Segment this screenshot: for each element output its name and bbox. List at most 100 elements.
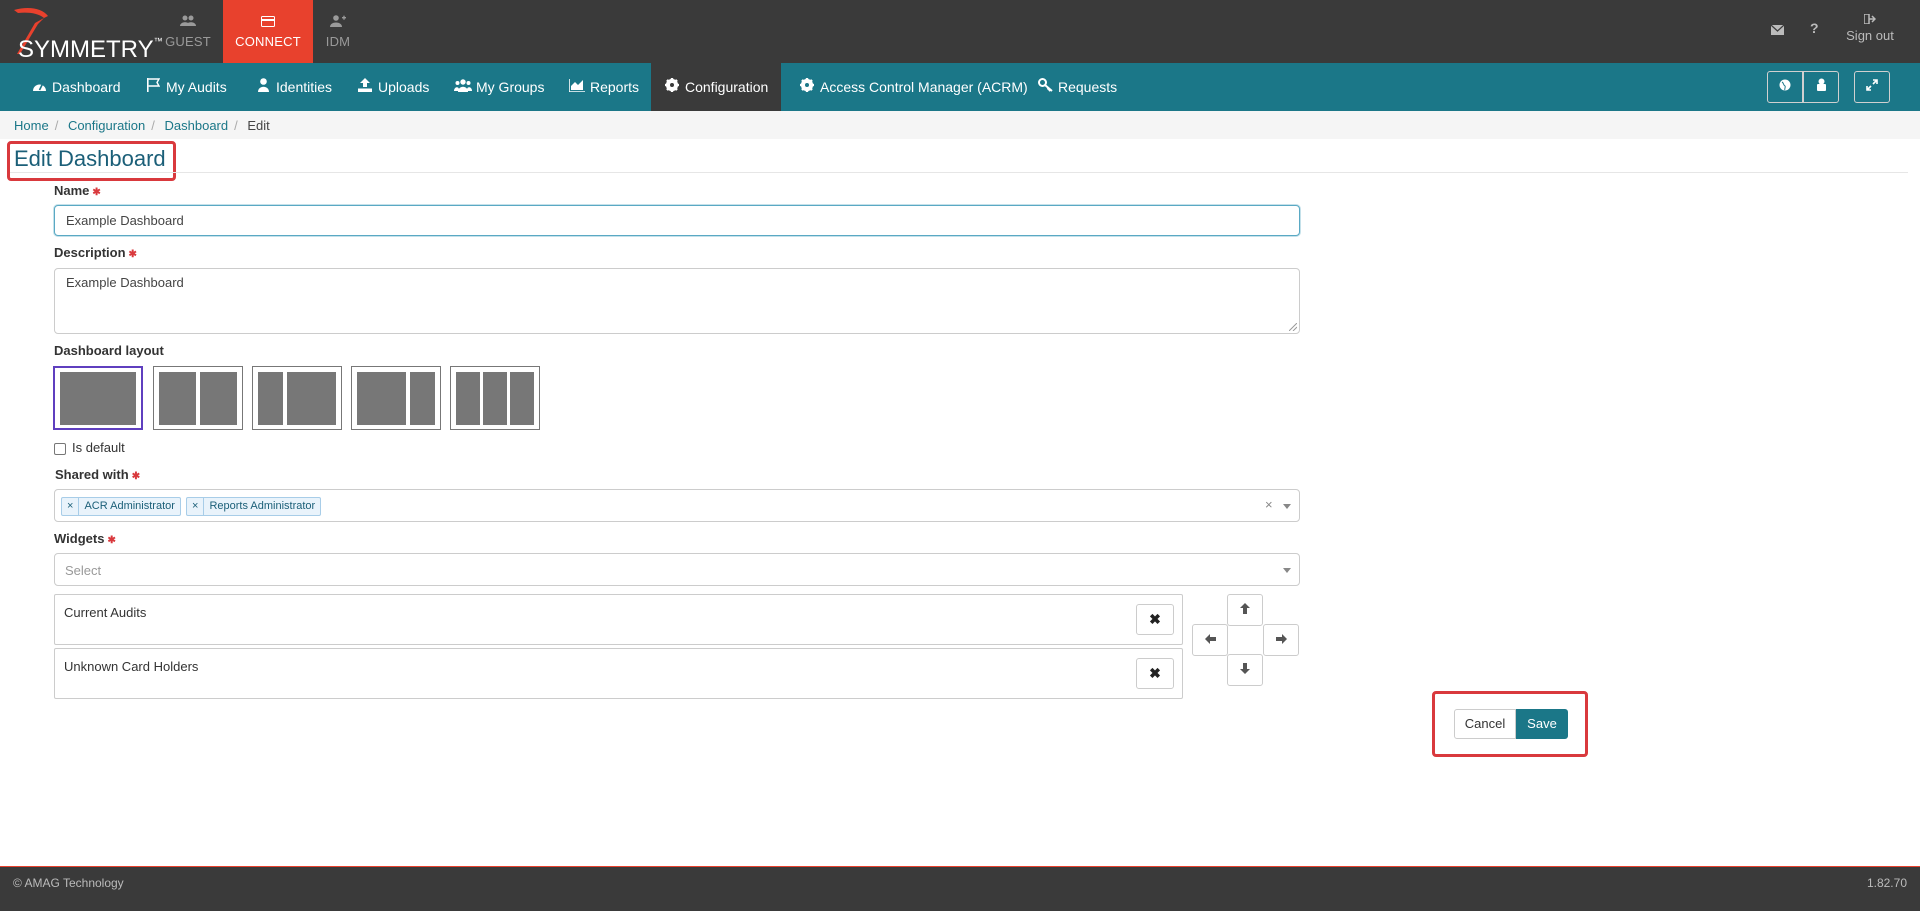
- description-label-text: Description: [54, 245, 126, 260]
- breadcrumb-current: Edit: [247, 118, 270, 133]
- widget-row[interactable]: Current Audits ✖: [54, 594, 1183, 645]
- nav-label: Requests: [1058, 79, 1118, 95]
- upload-icon: [356, 63, 374, 111]
- nav-item-configuration[interactable]: Configuration: [651, 63, 781, 111]
- nav-item-uploads[interactable]: Uploads: [344, 63, 441, 111]
- user-plus-icon: [293, 14, 383, 32]
- layout-option-three-column[interactable]: [450, 366, 540, 430]
- breadcrumb-separator: /: [54, 118, 59, 133]
- globe-icon: [1779, 79, 1791, 91]
- description-value: Example Dashboard: [66, 275, 184, 290]
- breadcrumb-configuration[interactable]: Configuration: [68, 118, 145, 133]
- symmetry-logo[interactable]: SYMMETRY™: [8, 4, 163, 63]
- cancel-button[interactable]: Cancel: [1454, 709, 1516, 739]
- layout-option-two-equal[interactable]: [153, 366, 243, 430]
- required-mark: ✱: [131, 471, 141, 482]
- move-down-button[interactable]: [1227, 654, 1263, 686]
- layout-label: Dashboard layout: [54, 343, 164, 358]
- nav-label: Dashboard: [52, 79, 121, 95]
- breadcrumb-separator: /: [234, 118, 238, 133]
- shared-tag-label: ACR Administrator: [84, 500, 175, 512]
- expand-button[interactable]: [1854, 71, 1890, 103]
- app-tab-label: IDM: [325, 34, 351, 49]
- widgets-label: Widgets ✱: [54, 531, 116, 546]
- sign-out-button[interactable]: Sign out: [1840, 13, 1900, 43]
- version-text: 1.82.70: [1866, 876, 1907, 890]
- top-bar: SYMMETRY™ GUEST CONNECT IDM ? Sign out: [0, 0, 1920, 63]
- name-label: Name ✱: [54, 183, 101, 198]
- lock-icon: [1816, 78, 1826, 91]
- lock-button[interactable]: [1803, 71, 1839, 103]
- widget-name: Unknown Card Holders: [64, 659, 199, 674]
- layout-option-one-column[interactable]: [53, 366, 143, 430]
- shared-tag: × Reports Administrator: [186, 497, 322, 516]
- arrow-up-icon: [1240, 603, 1250, 614]
- widgets-select[interactable]: Select: [54, 553, 1300, 586]
- nav-item-dashboard[interactable]: Dashboard: [18, 63, 133, 111]
- layout-column: [510, 372, 534, 425]
- group-icon: [454, 63, 472, 111]
- nav-item-identities[interactable]: Identities: [242, 63, 344, 111]
- move-left-button[interactable]: [1192, 624, 1228, 656]
- move-up-button[interactable]: [1227, 594, 1263, 626]
- nav-item-my-audits[interactable]: My Audits: [132, 63, 239, 111]
- save-button[interactable]: Save: [1516, 709, 1568, 739]
- nav-item-acrm[interactable]: Access Control Manager (ACRM): [786, 63, 1040, 111]
- shared-with-select[interactable]: × ACR Administrator × Reports Administrato…: [54, 489, 1300, 522]
- clear-selection-icon[interactable]: ×: [1265, 497, 1273, 512]
- layout-column: [410, 372, 435, 425]
- move-right-button[interactable]: [1263, 624, 1299, 656]
- layout-option-narrow-wide[interactable]: [252, 366, 342, 430]
- users-icon: [143, 14, 233, 32]
- sign-out-label: Sign out: [1846, 28, 1894, 43]
- widget-name: Current Audits: [64, 605, 147, 620]
- layout-column: [200, 372, 237, 425]
- copyright-text: © AMAG Technology: [13, 876, 124, 890]
- nav-item-reports[interactable]: Reports: [556, 63, 651, 111]
- description-textarea[interactable]: Example Dashboard: [54, 268, 1300, 334]
- app-tab-idm[interactable]: IDM: [293, 0, 383, 63]
- nav-item-requests[interactable]: Requests: [1024, 63, 1129, 111]
- chevron-down-icon[interactable]: [1283, 568, 1291, 573]
- widgets-placeholder: Select: [65, 563, 102, 578]
- breadcrumb-dashboard[interactable]: Dashboard: [165, 118, 229, 133]
- layout-column: [258, 372, 283, 425]
- layout-column: [357, 372, 406, 425]
- layout-column: [60, 372, 136, 425]
- sign-out-icon: [1840, 13, 1900, 28]
- nav-item-my-groups[interactable]: My Groups: [442, 63, 556, 111]
- resize-handle-icon[interactable]: [1289, 323, 1297, 331]
- shared-with-label: Shared with ✱: [55, 467, 140, 482]
- remove-widget-button[interactable]: ✖: [1136, 604, 1174, 635]
- chevron-down-icon[interactable]: [1283, 504, 1291, 509]
- nav-label: My Audits: [166, 79, 227, 95]
- envelope-icon[interactable]: [1770, 22, 1785, 38]
- help-icon[interactable]: ?: [1810, 20, 1819, 36]
- expand-icon: [1866, 79, 1878, 91]
- flag-icon: [144, 63, 162, 111]
- chart-icon: [568, 63, 586, 111]
- shared-tag: × ACR Administrator: [61, 497, 181, 516]
- layout-column: [456, 372, 480, 425]
- user-icon: [254, 63, 272, 111]
- nav-label: Configuration: [685, 79, 769, 95]
- gear-icon: [798, 63, 816, 111]
- name-label-text: Name: [54, 183, 90, 198]
- key-icon: [1036, 63, 1054, 111]
- layout-option-wide-narrow[interactable]: [351, 366, 441, 430]
- globe-button[interactable]: [1767, 71, 1803, 103]
- nav-label: Access Control Manager (ACRM): [820, 79, 1028, 95]
- is-default-checkbox[interactable]: [54, 443, 66, 455]
- nav-label: My Groups: [476, 79, 545, 95]
- layout-column: [159, 372, 196, 425]
- name-input[interactable]: [54, 205, 1300, 236]
- widget-row[interactable]: Unknown Card Holders ✖: [54, 648, 1183, 699]
- remove-tag-icon[interactable]: ×: [62, 498, 80, 515]
- arrow-down-icon: [1240, 663, 1250, 674]
- remove-tag-icon[interactable]: ×: [187, 498, 205, 515]
- nav-label: Identities: [276, 79, 333, 95]
- app-tab-guest[interactable]: GUEST: [143, 0, 233, 63]
- breadcrumb-home[interactable]: Home: [14, 118, 49, 133]
- is-default-label[interactable]: Is default: [72, 440, 125, 455]
- remove-widget-button[interactable]: ✖: [1136, 658, 1174, 689]
